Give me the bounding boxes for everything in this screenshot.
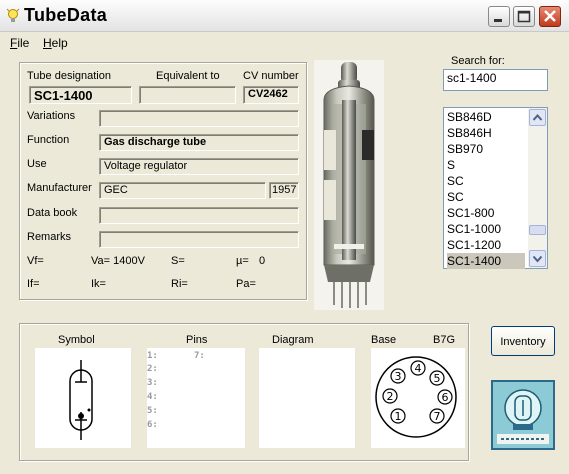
- function-label: Function: [27, 134, 70, 146]
- scroll-thumb[interactable]: [529, 225, 546, 235]
- base-pinout-icon: 1 2 3 4 5 6 7: [375, 356, 457, 438]
- scroll-up-button[interactable]: [529, 109, 546, 126]
- cv-header: CV number: [243, 70, 299, 82]
- tube-symbol-icon: [69, 360, 93, 440]
- function-field[interactable]: Gas discharge tube: [99, 134, 299, 151]
- use-field[interactable]: Voltage regulator: [99, 158, 299, 175]
- mu-label: µ=: [236, 255, 249, 267]
- search-input[interactable]: sc1-1400: [443, 69, 548, 91]
- list-scrollbar[interactable]: [528, 108, 547, 268]
- databook-label: Data book: [27, 207, 78, 219]
- menu-help-label: Help: [43, 36, 68, 50]
- pin-1-label: 1:: [147, 351, 158, 361]
- mu-value: 0: [259, 255, 266, 267]
- pin-6-label: 6:: [147, 420, 158, 430]
- equivalent-field[interactable]: [139, 86, 236, 104]
- menu-file[interactable]: File: [10, 36, 29, 50]
- menu-file-label: File: [10, 36, 30, 50]
- maximize-button[interactable]: [513, 6, 535, 27]
- remarks-label: Remarks: [27, 231, 72, 243]
- equivalent-header: Equivalent to: [156, 70, 220, 82]
- arrow-down-icon: [532, 255, 543, 263]
- close-icon: [544, 10, 556, 22]
- base-pin-2: 2: [387, 390, 394, 403]
- pin-5-label: 5:: [147, 406, 158, 416]
- tube-logo-icon: [491, 380, 555, 450]
- databook-field[interactable]: [99, 207, 299, 224]
- vf-label: Vf=: [27, 255, 44, 267]
- menu-help[interactable]: Help: [43, 36, 68, 50]
- designation-header: Tube designation: [27, 70, 111, 82]
- list-item-selected[interactable]: SC1-1400: [447, 253, 525, 269]
- pin-4-label: 4:: [147, 392, 158, 402]
- lightbulb-icon: [6, 8, 20, 22]
- search-label: Search for:: [451, 55, 505, 67]
- list-item[interactable]: SC1-800: [447, 205, 525, 221]
- variations-label: Variations: [27, 110, 76, 122]
- base-pin-4: 4: [415, 362, 422, 375]
- year-field[interactable]: 1957: [269, 182, 299, 199]
- designation-field[interactable]: SC1-1400: [29, 86, 132, 104]
- base-pin-7: 7: [434, 410, 441, 423]
- pins-panel: 1: 7: 2: 3: 4: 5: 6:: [147, 348, 245, 448]
- manufacturer-field[interactable]: GEC: [99, 182, 266, 199]
- symbol-header: Symbol: [58, 334, 95, 346]
- pin-2-label: 2:: [147, 364, 158, 374]
- pin-7-label: 7:: [194, 351, 205, 361]
- pin-3-label: 3:: [147, 378, 158, 388]
- base-panel: 1 2 3 4 5 6 7: [371, 348, 465, 448]
- if-label: If=: [27, 278, 40, 290]
- list-item[interactable]: SB970: [447, 141, 525, 157]
- symbol-panel: [35, 348, 131, 448]
- list-item[interactable]: SB846D: [447, 109, 525, 125]
- arrow-up-icon: [532, 113, 543, 121]
- minimize-icon: [494, 19, 502, 22]
- base-pin-3: 3: [395, 370, 402, 383]
- window-title: TubeData: [24, 5, 108, 25]
- base-pin-1: 1: [395, 410, 402, 423]
- cv-field[interactable]: CV2462: [243, 86, 299, 104]
- diagram-header: Diagram: [272, 334, 314, 346]
- ik-label: Ik=: [91, 278, 106, 290]
- maximize-icon: [517, 10, 531, 23]
- list-item[interactable]: SC: [447, 189, 525, 205]
- list-item[interactable]: SC1-1200: [447, 237, 525, 253]
- list-item[interactable]: SC1-1000: [447, 221, 525, 237]
- pins-header: Pins: [186, 334, 208, 346]
- ri-label: Ri=: [171, 278, 188, 290]
- pa-label: Pa=: [236, 278, 256, 290]
- base-type-label: B7G: [433, 334, 456, 346]
- diagram-panel: [259, 348, 355, 448]
- inventory-button[interactable]: Inventory: [491, 326, 555, 356]
- list-item[interactable]: SC: [447, 173, 525, 189]
- variations-field[interactable]: [99, 110, 299, 127]
- minimize-button[interactable]: [488, 6, 510, 27]
- use-label: Use: [27, 158, 47, 170]
- tube-photo: [314, 60, 384, 310]
- scroll-down-button[interactable]: [529, 250, 546, 267]
- manufacturer-label: Manufacturer: [27, 182, 92, 194]
- close-button[interactable]: [539, 6, 561, 27]
- base-pin-6: 6: [442, 391, 449, 404]
- base-pin-5: 5: [434, 372, 441, 385]
- list-item[interactable]: S: [447, 157, 525, 173]
- remarks-field[interactable]: [99, 231, 299, 248]
- va-label: Va= 1400V: [91, 255, 145, 267]
- inventory-label: Inventory: [500, 336, 546, 348]
- s-label: S=: [171, 255, 185, 267]
- list-item[interactable]: SB846H: [447, 125, 525, 141]
- tube-list[interactable]: SB846D SB846H SB970 S SC SC SC1-800 SC1-…: [443, 107, 548, 269]
- base-header: Base: [371, 334, 397, 346]
